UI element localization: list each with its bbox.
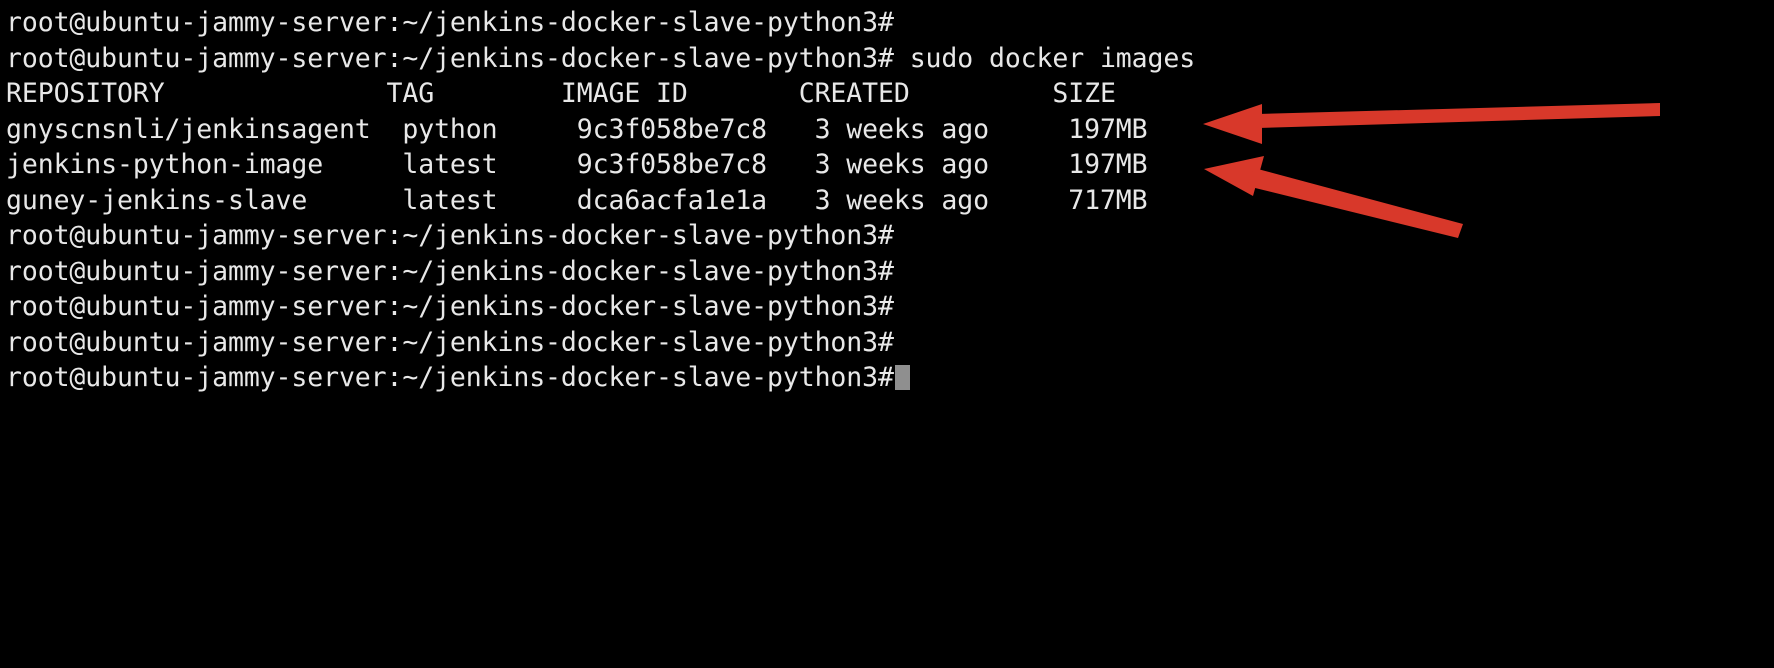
terminal-line: root@ubuntu-jammy-server:~/jenkins-docke… bbox=[6, 291, 894, 322]
terminal-line: root@ubuntu-jammy-server:~/jenkins-docke… bbox=[6, 255, 894, 287]
terminal-line-active: root@ubuntu-jammy-server:~/jenkins-docke… bbox=[6, 360, 1195, 396]
arrow-row-1 bbox=[1203, 103, 1660, 144]
text-cursor bbox=[894, 365, 910, 390]
arrow-row-2 bbox=[1204, 156, 1463, 238]
terminal-output: root@ubuntu-jammy-server:~/jenkins-docke… bbox=[0, 0, 1195, 396]
terminal-line: root@ubuntu-jammy-server:~/jenkins-docke… bbox=[6, 7, 894, 38]
terminal-line: root@ubuntu-jammy-server:~/jenkins-docke… bbox=[6, 220, 894, 251]
table-row: jenkins-python-image latest 9c3f058be7c8… bbox=[6, 149, 1148, 180]
table-row: gnyscnsnli/jenkinsagent python 9c3f058be… bbox=[6, 113, 1148, 145]
terminal-prompt: root@ubuntu-jammy-server:~/jenkins-docke… bbox=[6, 362, 894, 393]
terminal-window[interactable]: root@ubuntu-jammy-server:~/jenkins-docke… bbox=[0, 0, 1774, 668]
terminal-line-command: root@ubuntu-jammy-server:~/jenkins-docke… bbox=[6, 42, 1196, 74]
table-row: guney-jenkins-slave latest dca6acfa1e1a … bbox=[6, 184, 1148, 216]
terminal-line: root@ubuntu-jammy-server:~/jenkins-docke… bbox=[6, 326, 894, 358]
docker-images-header: REPOSITORY TAG IMAGE ID CREATED SIZE bbox=[6, 78, 1116, 109]
